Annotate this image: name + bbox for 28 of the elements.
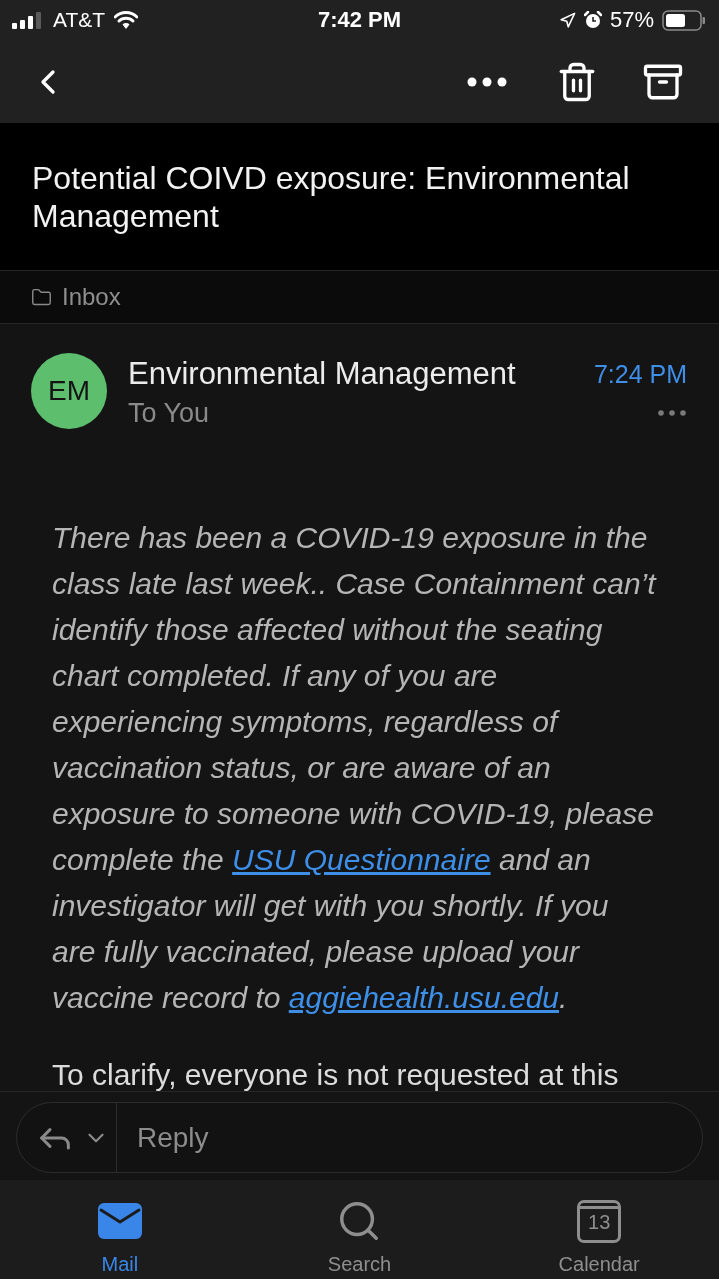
tab[interactable]: Mail <box>0 1180 240 1279</box>
envelope-icon <box>97 1203 142 1239</box>
calendar-date: 13 <box>588 1209 611 1234</box>
battery-icon <box>662 9 706 31</box>
carrier-name: AT&T <box>53 8 106 32</box>
sender-avatar: EM <box>31 353 107 429</box>
reply-field[interactable]: Reply <box>137 1103 678 1172</box>
email-subject: Potential COIVD exposure: Environmental Management <box>32 159 631 235</box>
recipient: To You <box>128 397 210 429</box>
more-icon <box>467 76 507 87</box>
message-paragraph: There has been a COVID-19 exposure in the class late last week.. Case Containment can’t identify those affected without the seating chart completed. If any of you are experiencing symptoms, regardless of vaccination status, or are aware of an exposure to someone with COVID-19, please complete the USU Questionnaire and an investigator will get with you shortly. If you are fully vaccinated, please upload your vaccine record to aggiehealth.usu.edu. <box>52 520 658 1016</box>
more-icon <box>658 410 686 416</box>
battery-percent: 57% <box>609 8 654 32</box>
folder-icon <box>31 286 52 308</box>
status-time: 7:42 PM <box>317 7 402 33</box>
link[interactable]: aggiehealth.usu.edu <box>288 981 559 1014</box>
reply-bar[interactable]: Reply <box>16 1102 703 1173</box>
tab[interactable]: Search <box>239 1180 480 1279</box>
location-icon <box>558 11 576 29</box>
message-time: 7:24 PM <box>593 359 687 389</box>
tab[interactable]: 13 Calendar <box>479 1180 719 1279</box>
sender-name: Environmental Management <box>128 356 516 392</box>
alarm-clock-icon <box>583 11 602 29</box>
folder-name: Inbox <box>62 283 121 311</box>
wifi-icon <box>114 11 139 29</box>
signal-icon <box>12 11 44 29</box>
link[interactable]: USU Questionnaire <box>232 843 491 876</box>
message-paragraph: To clarify, everyone is not requested at this <box>52 1057 620 1091</box>
